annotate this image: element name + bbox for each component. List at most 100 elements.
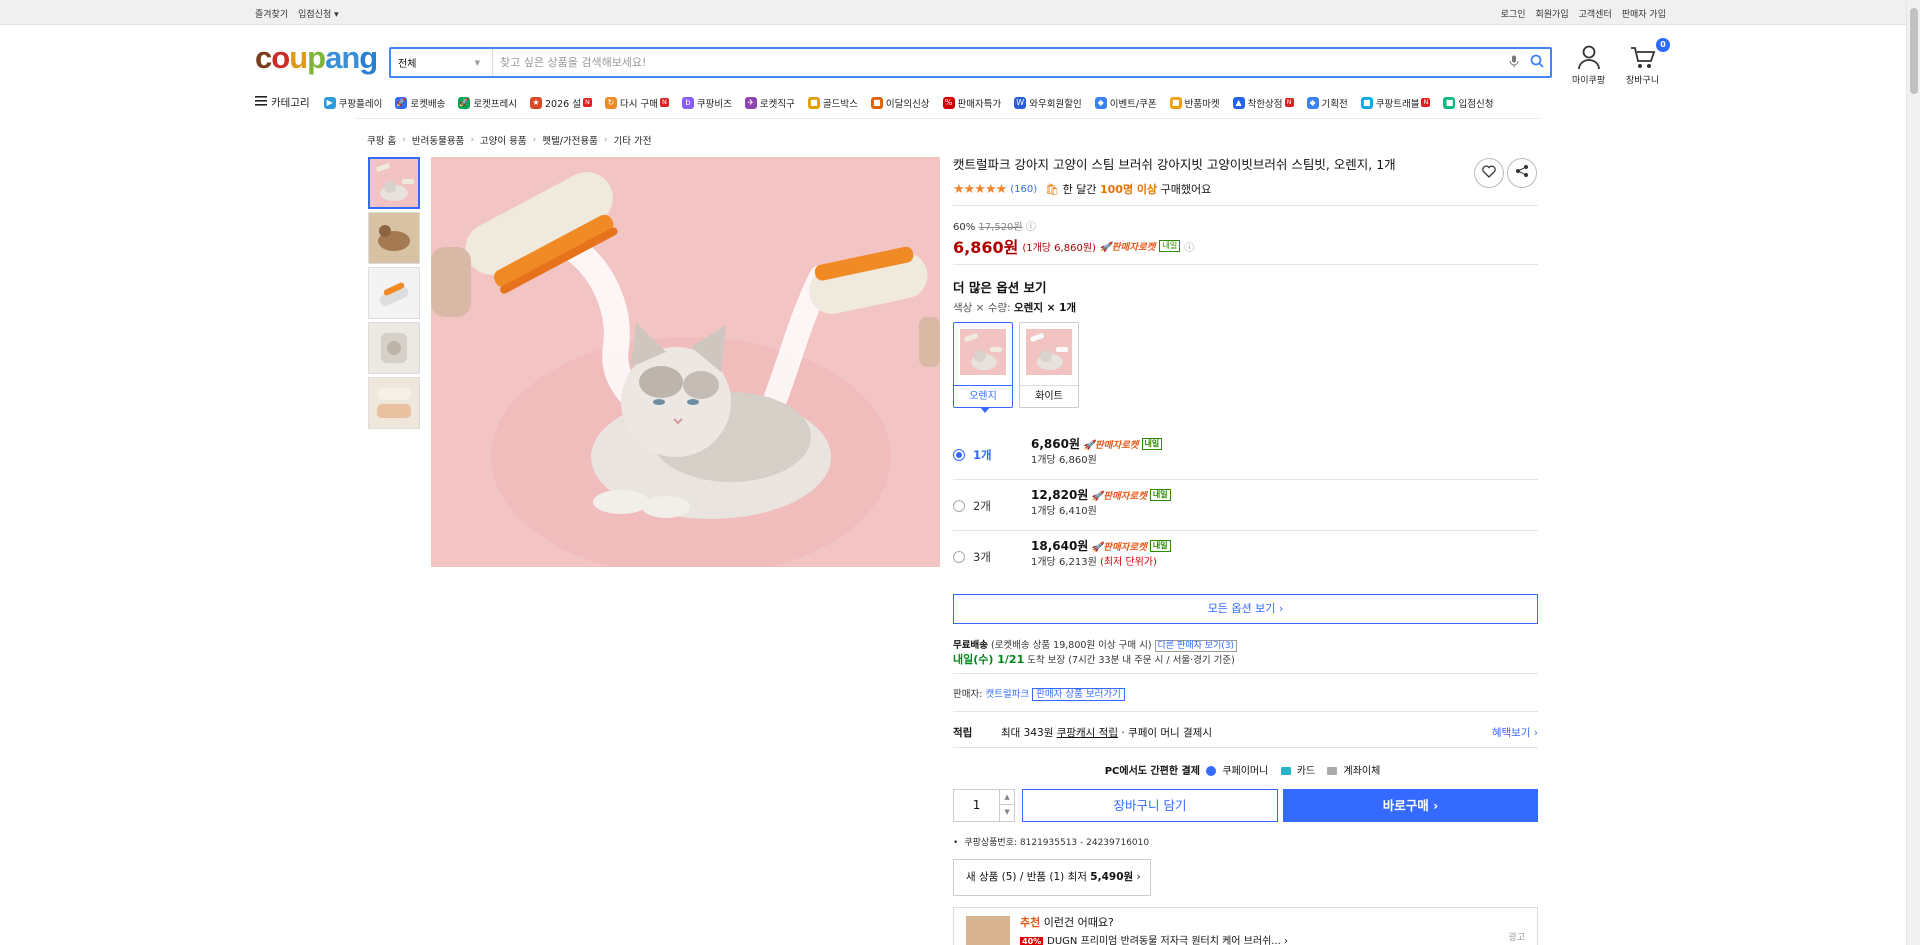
info-icon[interactable]: ⓘ bbox=[1184, 239, 1194, 254]
new-used-link[interactable]: 새 상품 (5) / 반품 (1) 최저 5,490원 › bbox=[953, 859, 1151, 896]
color-option-white[interactable]: 화이트 bbox=[1019, 322, 1079, 408]
seller-products-link[interactable]: 판매자 상품 보러가기 bbox=[1032, 688, 1125, 701]
selected-indicator bbox=[980, 407, 990, 413]
product-main-image[interactable] bbox=[431, 157, 940, 567]
category-item[interactable]: ★ 2026 설N bbox=[530, 96, 592, 110]
radio-button[interactable] bbox=[953, 449, 965, 461]
buy-now-button[interactable]: 바로구매 › bbox=[1283, 789, 1538, 822]
thumbnail-1[interactable] bbox=[368, 157, 420, 209]
breadcrumb: 쿠팡 홈 › 반려동물용품 › 고양이 용품 › 펫텔/가전용품 › 기타 가전 bbox=[367, 133, 652, 147]
microphone-icon[interactable] bbox=[1504, 55, 1524, 71]
recommendation-card[interactable]: 추천 이런건 어때요? 40% DUGN 프리미엄 반려동물 저자극 원터치 케어… bbox=[953, 907, 1538, 945]
breadcrumb-item[interactable]: 쿠팡 홈 bbox=[367, 133, 396, 147]
info-icon[interactable]: ⓘ bbox=[1026, 222, 1036, 233]
seller-rocket-badge: 🚀판매자로켓 bbox=[1099, 242, 1156, 253]
customer-center-link[interactable]: 고객센터 bbox=[1579, 7, 1612, 20]
swatch-image bbox=[1026, 329, 1072, 375]
category-item[interactable]: ◆ 기획전 bbox=[1306, 96, 1348, 110]
coupang-cash-link[interactable]: 쿠팡캐시 적립 bbox=[1057, 727, 1118, 739]
login-link[interactable]: 로그인 bbox=[1501, 7, 1526, 20]
quantity-stepper[interactable]: 1 ▲ ▼ bbox=[953, 789, 1015, 822]
swatch-image bbox=[960, 329, 1006, 375]
coupang-logo[interactable]: coupang bbox=[255, 40, 378, 76]
breadcrumb-item[interactable]: 반려동물용품 bbox=[412, 133, 464, 147]
category-item[interactable]: ■ 입점신청 bbox=[1443, 96, 1493, 110]
seller-apply-link[interactable]: 입점신청 ▾ bbox=[298, 7, 339, 20]
mypage-button[interactable]: 마이쿠팡 bbox=[1572, 44, 1605, 86]
increment-button[interactable]: ▲ bbox=[1000, 790, 1014, 805]
heart-icon bbox=[1482, 164, 1496, 182]
category-item[interactable]: % 판매자특가 bbox=[942, 96, 1001, 110]
share-button[interactable] bbox=[1507, 158, 1537, 188]
category-icon: ■ bbox=[1169, 96, 1182, 109]
add-to-cart-button[interactable]: 장바구니 담기 bbox=[1022, 789, 1278, 822]
divider bbox=[953, 264, 1538, 265]
bookmark-link[interactable]: 즐겨찾기 bbox=[255, 7, 288, 20]
cart-count-badge: 0 bbox=[1656, 38, 1670, 52]
quantity-option-1[interactable]: 1개 6,860원 🚀판매자로켓 내일 1개당 6,860원 bbox=[953, 429, 1538, 480]
search-icon[interactable] bbox=[1524, 54, 1550, 72]
scrollbar-thumb[interactable] bbox=[1910, 8, 1918, 94]
color-option-orange[interactable]: 오렌지 bbox=[953, 322, 1013, 413]
scrollbar[interactable] bbox=[1906, 0, 1920, 945]
search-category-select[interactable]: 전체 ▼ bbox=[391, 49, 493, 76]
thumbnail-5[interactable] bbox=[368, 377, 420, 429]
decrement-button[interactable]: ▼ bbox=[1000, 805, 1014, 820]
price-row: 6,860원 (1개당 6,860원) 🚀판매자로켓 내일 ⓘ bbox=[953, 234, 1194, 258]
discount-badge: 40% bbox=[1020, 937, 1044, 945]
product-title: 캣트럴파크 강아지 고양이 스팀 브러쉬 강아지빗 고양이빗브러쉬 스팀빗, 오… bbox=[953, 157, 1396, 172]
signup-link[interactable]: 회원가입 bbox=[1535, 7, 1568, 20]
bank-transfer-icon bbox=[1327, 767, 1338, 775]
recommendation-image bbox=[966, 916, 1010, 945]
radio-button[interactable] bbox=[953, 500, 965, 512]
category-item[interactable]: W 와우회원할인 bbox=[1014, 96, 1082, 110]
category-item[interactable]: ◆ 이벤트/쿠폰 bbox=[1094, 96, 1157, 110]
quantity-option-3[interactable]: 3개 18,640원 🚀판매자로켓 내일 1개당 6,213원 (최저 단위가) bbox=[953, 531, 1538, 582]
thumbnail-4[interactable] bbox=[368, 322, 420, 374]
seller-name-link[interactable]: 캣트럴파크 bbox=[985, 689, 1029, 700]
thumbnail-list bbox=[368, 157, 420, 432]
breadcrumb-item[interactable]: 기타 가전 bbox=[614, 133, 652, 147]
share-icon bbox=[1515, 164, 1529, 182]
thumbnail-3[interactable] bbox=[368, 267, 420, 319]
category-item[interactable]: 🚀 로켓프레시 bbox=[458, 96, 517, 110]
category-item[interactable]: ✈ 로켓직구 bbox=[744, 96, 795, 110]
category-item[interactable]: 🚀 로켓배송 bbox=[395, 96, 445, 110]
category-item[interactable]: ▶ 쿠팡플레이 bbox=[323, 96, 382, 110]
tomorrow-badge: 내일 bbox=[1141, 437, 1163, 450]
category-item[interactable]: ■ 반품마켓 bbox=[1169, 96, 1220, 110]
quantity-option-2[interactable]: 2개 12,820원 🚀판매자로켓 내일 1개당 6,410원 bbox=[953, 480, 1538, 531]
new-badge: N bbox=[659, 98, 669, 107]
new-badge: N bbox=[1284, 98, 1294, 107]
category-item[interactable]: ■ 쿠팡트래블 N bbox=[1360, 96, 1431, 110]
category-item[interactable]: ■ 골드박스 bbox=[807, 96, 858, 110]
category-icon: W bbox=[1014, 96, 1027, 109]
rating-row: ★★★★★ (160) 🛍 한 달간 100명 이상 구매했어요 bbox=[953, 181, 1211, 197]
category-item[interactable]: ▲ 착한상점 N bbox=[1232, 96, 1294, 110]
category-item[interactable]: b 쿠팡비즈 bbox=[681, 96, 732, 110]
seller-rocket-badge: 🚀판매자로켓 bbox=[1083, 439, 1139, 451]
view-all-options-button[interactable]: 모든 옵션 보기 › bbox=[953, 594, 1538, 624]
category-item[interactable]: ■ 이달의신상 bbox=[870, 96, 930, 110]
divider bbox=[953, 747, 1538, 748]
wishlist-button[interactable] bbox=[1474, 158, 1504, 188]
coupay-icon bbox=[1206, 766, 1217, 776]
breadcrumb-item[interactable]: 펫텔/가전용품 bbox=[542, 133, 598, 147]
breadcrumb-item[interactable]: 고양이 용품 bbox=[480, 133, 527, 147]
category-icon: ↻ bbox=[604, 96, 617, 109]
seller-signup-link[interactable]: 판매자 가입 bbox=[1622, 7, 1666, 20]
ad-label: 광고 bbox=[1508, 933, 1525, 943]
chevron-right-icon: › bbox=[603, 135, 608, 145]
purchase-count: 🛍 한 달간 100명 이상 구매했어요 bbox=[1045, 183, 1212, 196]
category-menu-button[interactable]: 카테고리 bbox=[255, 95, 310, 110]
radio-button[interactable] bbox=[953, 551, 965, 563]
review-count-link[interactable]: (160) bbox=[1010, 184, 1037, 195]
quantity-value[interactable]: 1 bbox=[954, 790, 999, 821]
category-icon: ◆ bbox=[1094, 96, 1107, 109]
cart-button[interactable]: 0 장바구니 bbox=[1626, 38, 1670, 86]
more-options-heading: 더 많은 옵션 보기 bbox=[953, 280, 1047, 295]
thumbnail-2[interactable] bbox=[368, 212, 420, 264]
benefits-link[interactable]: 혜택보기 › bbox=[1492, 725, 1538, 740]
search-input[interactable] bbox=[493, 56, 1504, 69]
category-item[interactable]: ↻ 다시 구매 N bbox=[604, 96, 669, 110]
